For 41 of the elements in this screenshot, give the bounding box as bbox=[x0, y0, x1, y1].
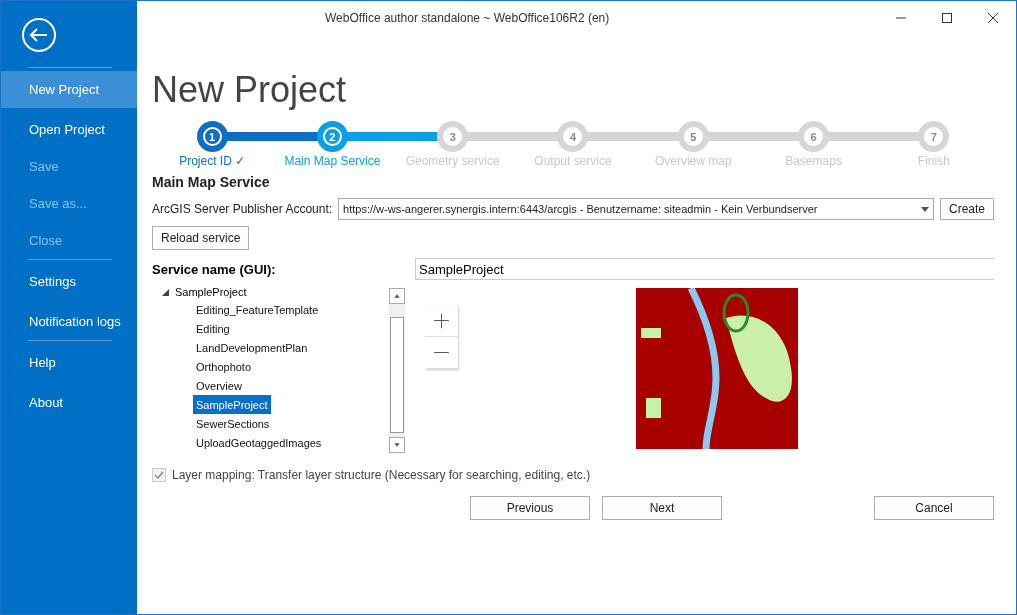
window-title: WebOffice author standalone ~ WebOffice106R2 (en) bbox=[324, 11, 611, 25]
sidebar-item[interactable]: New Project bbox=[1, 71, 137, 108]
step-circle: 2 bbox=[316, 121, 348, 152]
previous-button[interactable]: Previous bbox=[470, 496, 590, 520]
scroll-down-icon[interactable] bbox=[389, 437, 405, 453]
scrollbar-thumb[interactable] bbox=[390, 317, 404, 433]
sidebar-item[interactable]: About bbox=[1, 384, 137, 421]
tree-item[interactable]: SewerSections bbox=[193, 414, 273, 433]
dropdown-caret-icon bbox=[920, 206, 929, 212]
step-circle: 6 bbox=[798, 121, 830, 152]
tree-item[interactable]: SampleProject bbox=[193, 395, 271, 414]
step-circle: 3 bbox=[437, 121, 469, 152]
tree-item[interactable]: UploadGeotaggedImages bbox=[193, 433, 325, 452]
tree-item[interactable]: SampleProject bbox=[175, 288, 247, 298]
create-button[interactable]: Create bbox=[939, 198, 994, 220]
scroll-up-icon[interactable] bbox=[389, 288, 405, 304]
step-circle: 1 bbox=[196, 121, 228, 152]
tree-item[interactable]: LandDevelopmentPlan bbox=[193, 338, 311, 357]
sidebar-item[interactable]: Help bbox=[1, 344, 137, 381]
reload-service-button[interactable]: Reload service bbox=[152, 226, 250, 250]
step-circle: 5 bbox=[677, 121, 709, 152]
sidebar-item[interactable]: Open Project bbox=[1, 111, 137, 148]
step-label[interactable]: Main Map Service bbox=[284, 154, 381, 168]
step-circle: 7 bbox=[918, 121, 950, 152]
section-title: Main Map Service bbox=[152, 174, 271, 190]
account-dropdown[interactable]: https://w-ws-angerer.synergis.intern:6443/arcgis - Benutzername: siteadmin - Kein Verbundserver bbox=[338, 198, 934, 220]
account-label: ArcGIS Server Publisher Account: bbox=[152, 202, 333, 216]
service-name-field[interactable]: SampleProject bbox=[415, 258, 994, 280]
sidebar-item[interactable]: Notification logs bbox=[1, 303, 137, 340]
sidebar-item[interactable]: Settings bbox=[1, 263, 137, 300]
next-button[interactable]: Next bbox=[602, 496, 722, 520]
tree-item[interactable]: Editing bbox=[193, 319, 233, 338]
tree-item[interactable]: Orthophoto bbox=[193, 357, 255, 376]
step-circle: 4 bbox=[557, 121, 589, 152]
tree-item[interactable]: Overview bbox=[193, 376, 245, 395]
step-label[interactable]: Project ID ✓ bbox=[179, 154, 246, 168]
service-name-label: Service name (GUI): bbox=[152, 261, 277, 277]
layer-mapping-label: Layer mapping: Transfer layer structure (Necessary for searching, editing, etc.) bbox=[172, 468, 591, 482]
page-title: New Project bbox=[152, 69, 348, 111]
tree-item[interactable]: Editing_FeatureTemplate bbox=[193, 300, 322, 319]
cancel-button[interactable]: Cancel bbox=[874, 496, 994, 520]
